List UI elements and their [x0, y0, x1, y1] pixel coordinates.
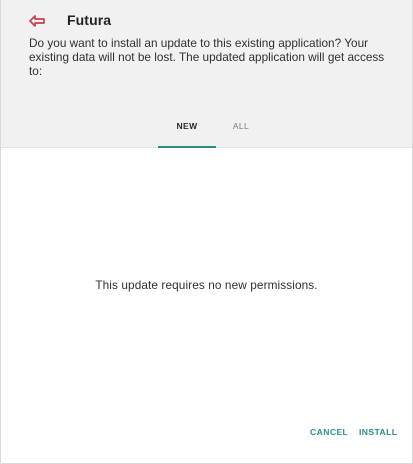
app-title-row: Futura: [29, 7, 111, 33]
tab-all[interactable]: ALL: [228, 112, 254, 148]
dialog-header: Futura Do you want to install an update …: [1, 0, 412, 148]
futura-red-arrow-icon: [29, 14, 45, 27]
package-installer-dialog: Futura Do you want to install an update …: [0, 0, 413, 464]
dialog-actions: CANCEL INSTALL: [1, 427, 412, 447]
install-button[interactable]: INSTALL: [359, 427, 397, 437]
tab-new[interactable]: NEW: [158, 112, 216, 148]
cancel-button[interactable]: CANCEL: [310, 427, 348, 437]
app-title: Futura: [67, 12, 112, 28]
permission-tabs: NEW ALL: [1, 112, 412, 148]
install-update-description: Do you want to install an update to this…: [29, 36, 385, 78]
no-new-permissions-message: This update requires no new permissions.: [95, 278, 318, 292]
permissions-content: This update requires no new permissions.: [1, 148, 412, 412]
